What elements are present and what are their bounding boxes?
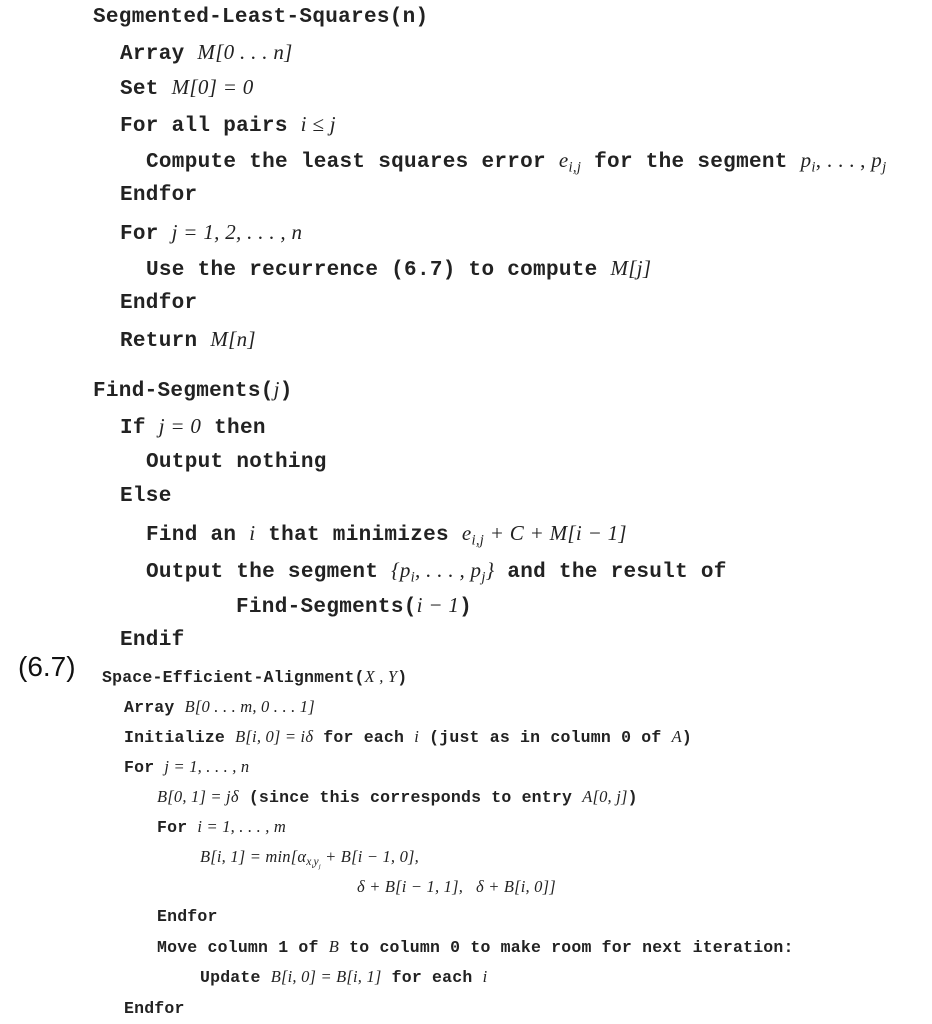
keyword-then: then [214,417,266,440]
sea-for-j-line: For j = 1, . . . , n [124,757,250,777]
segmented-least-squares-header: Segmented-Least-Squares(n) [93,6,429,29]
sls-for-pairs-line: For all pairs i ≤ j [120,112,336,138]
keyword-use-recurrence: Use the recurrence (6.7) to compute [146,259,598,282]
math-minimize-expr: ei,j + C + M[i − 1] [461,521,627,549]
math-mj: M[j] [610,256,652,280]
sea-bi1-continuation: δ + B[i − 1, 1], δ + B[i, 0]] [357,877,556,896]
keyword-set: Set [120,78,159,101]
sea-initialize-line: Initialize B[i, 0] = iδ for each i (just… [124,727,692,747]
sea-array-line: Array B[0 . . . m, 0 . . . 1] [124,697,315,717]
math-array-expr: M[0 . . . n] [197,40,293,64]
math-error-e: ei,j [558,148,582,176]
keyword-for-pairs: For all pairs [120,115,288,138]
math-segment-set: {pi, . . . , pj} [391,558,495,586]
sls-array-line: Array M[0 . . . n] [120,40,293,66]
keyword-if: If [120,417,146,440]
sls-for-j-line: For j = 1, 2, . . . , n [120,220,303,246]
sls-endfor-1: Endfor [120,184,198,207]
math-bi1-recurrence: B[i, 1] = min[αxiyj + B[i − 1, 0], [200,847,419,871]
fs-else: Else [120,485,172,508]
keyword-for-segment: for the segment [594,151,788,174]
find-segments-header: Find-Segments(j) [93,377,293,403]
sls-set-line: Set M[0] = 0 [120,75,254,101]
fs-recursive-call: Find-Segments(i − 1) [236,593,473,619]
space-efficient-alignment-header: Space-Efficient-Alignment(X , Y) [102,667,408,687]
fs-if-line: If j = 0 then [120,414,266,440]
sea-update-line: Update B[i, 0] = B[i, 1] for each i [200,967,488,987]
math-segment: pi, . . . , pj [800,148,887,176]
fs-endif: Endif [120,629,185,652]
sea-for-i-line: For i = 1, . . . , m [157,817,287,837]
sls-return-line: Return M[n] [120,327,256,353]
sea-bi1-line: B[i, 1] = min[αxiyj + B[i − 1, 0], [200,847,419,871]
sea-endfor-inner: Endfor [157,907,218,926]
sea-b01-line: B[0, 1] = jδ (since this corresponds to … [157,787,638,807]
keyword-for: For [120,223,159,246]
math-pairs-expr: i ≤ j [300,112,336,136]
fs-output-segment-line: Output the segment {pi, . . . , pj} and … [146,558,727,586]
keyword-array: Array [120,43,185,66]
sls-use-recurrence-line: Use the recurrence (6.7) to compute M[j] [146,256,652,282]
math-set-expr: M[0] = 0 [171,75,254,99]
keyword-return: Return [120,330,198,353]
keyword-compute: Compute the least squares error [146,151,546,174]
math-for-j-expr: j = 1, 2, . . . , n [171,220,303,244]
sls-endfor-2: Endfor [120,292,198,315]
equation-label: (6.7) [18,651,76,682]
sea-move-column-line: Move column 1 of B to column 0 to make r… [157,937,794,957]
math-if-expr: j = 0 [158,414,202,438]
math-mn: M[n] [210,327,256,351]
sls-compute-line: Compute the least squares error ei,j for… [146,150,887,175]
sea-endfor-outer: Endfor [124,999,185,1018]
fs-output-nothing: Output nothing [146,451,327,474]
fs-find-line: Find an i that minimizes ei,j + C + M[i … [146,521,627,549]
